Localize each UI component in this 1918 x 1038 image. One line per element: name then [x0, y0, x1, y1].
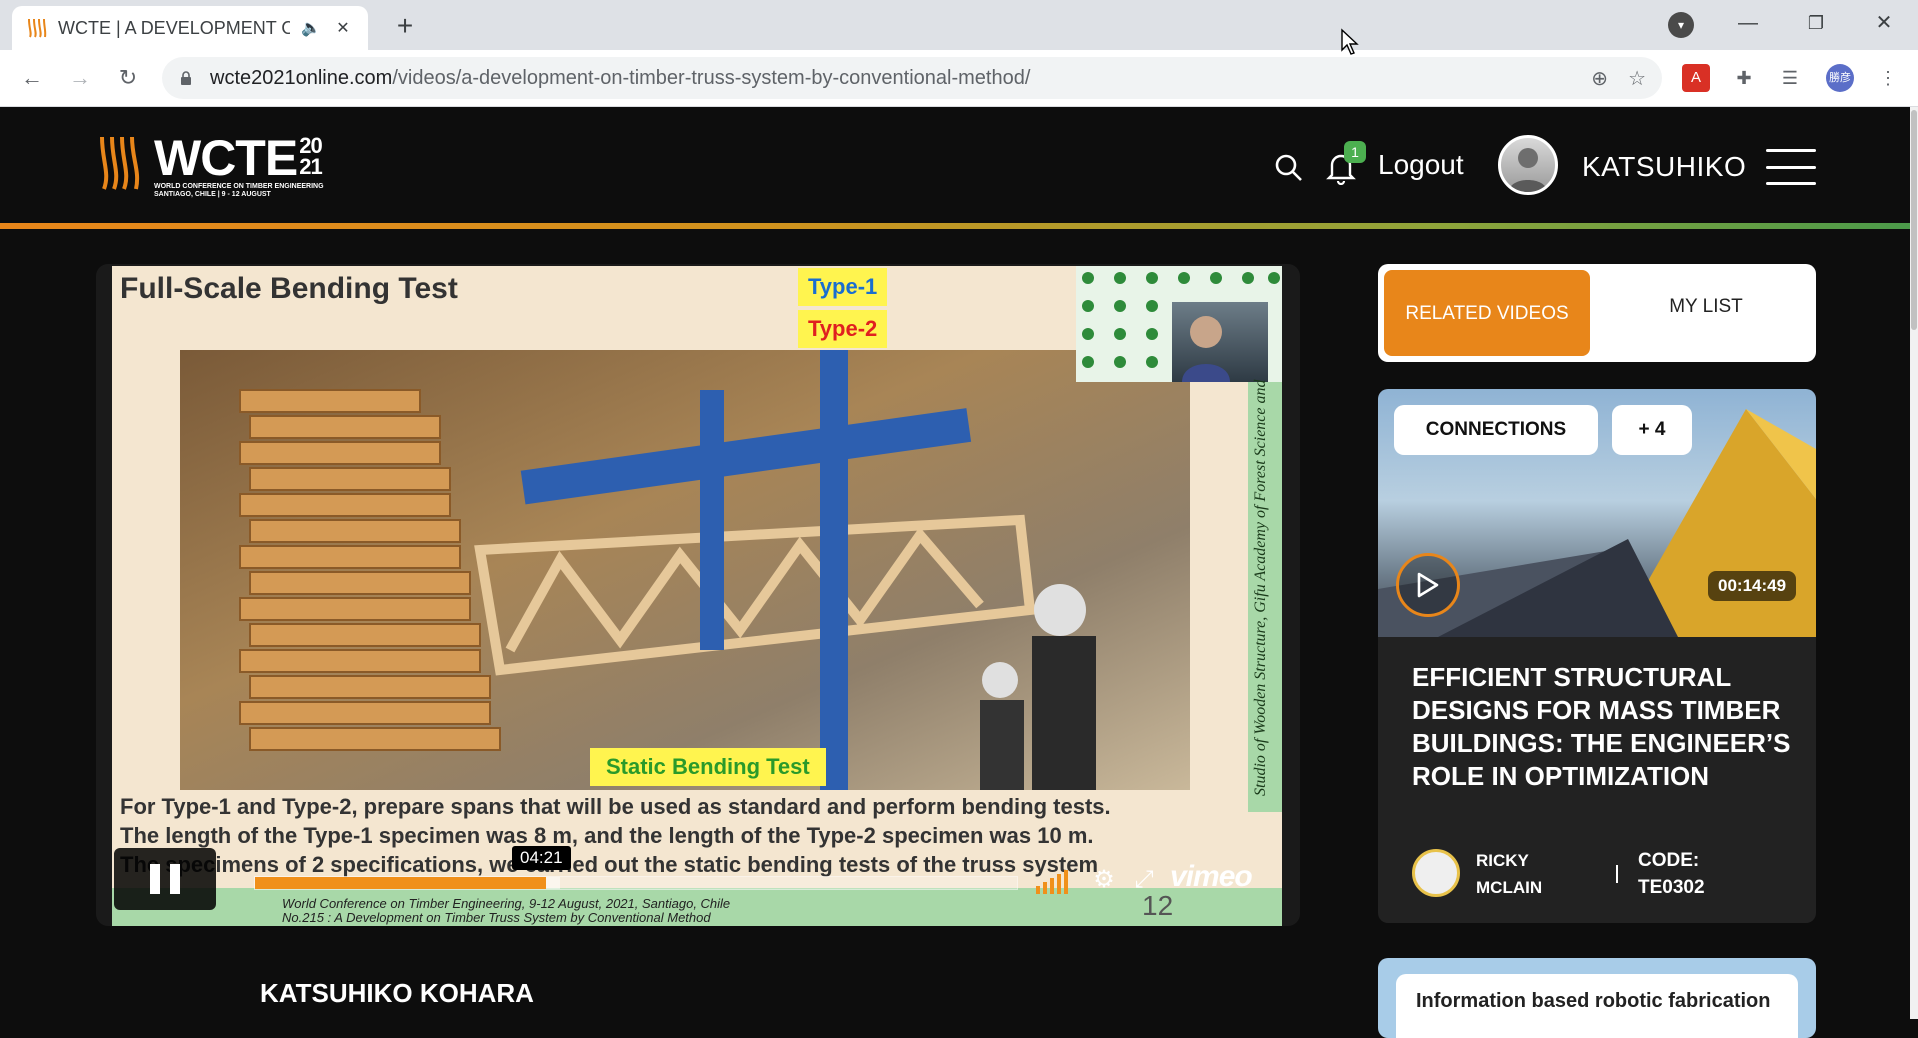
tab-my-list[interactable]: MY LIST [1602, 270, 1810, 356]
fullscreen-icon[interactable]: ⤢ [1130, 866, 1158, 894]
sidebar-tabs: RELATED VIDEOS MY LIST [1378, 264, 1816, 362]
wcte-logo[interactable]: WCTE 20 21 WORLD CONFERENCE ON TIMBER EN… [96, 130, 324, 198]
author-avatar [1412, 849, 1460, 897]
player-controls: 04:21 ⚙ ⤢ vimeo [96, 844, 1300, 914]
card2-title[interactable]: Information based robotic fabrication [1396, 974, 1798, 1038]
bookmark-star-icon[interactable]: ☆ [1628, 66, 1646, 91]
mouse-cursor-icon [1341, 28, 1359, 55]
static-bending-label: Static Bending Test [590, 748, 826, 786]
logo-mark-icon [100, 136, 140, 190]
site-header: WCTE 20 21 WORLD CONFERENCE ON TIMBER EN… [0, 107, 1918, 226]
tab-title: WCTE | A DEVELOPMENT ON [58, 17, 290, 38]
tab-search-icon[interactable]: ▾ [1668, 12, 1694, 38]
time-tooltip: 04:21 [512, 846, 571, 870]
progress-hover-marker [546, 877, 560, 889]
related-video-card[interactable]: CONNECTIONS + 4 00:14:49 EFFICIENT STRUC… [1378, 389, 1816, 923]
omnibox[interactable]: wcte2021online.com/videos/a-development-… [162, 57, 1662, 99]
card-separator [1616, 865, 1618, 883]
search-icon[interactable] [1274, 153, 1304, 183]
progress-bar[interactable] [254, 876, 1018, 890]
extensions-puzzle-icon[interactable]: ✚ [1730, 64, 1758, 92]
logo-year-bottom: 21 [299, 154, 323, 179]
wcte-favicon-icon [26, 17, 48, 39]
zoom-icon[interactable]: ⊕ [1591, 66, 1608, 91]
logo-subtitle: WORLD CONFERENCE ON TIMBER ENGINEERING S… [154, 183, 324, 198]
header-gradient-bar [0, 223, 1918, 229]
tab-close-icon[interactable]: ✕ [332, 18, 354, 38]
author-name: RICKY MCLAIN [1476, 851, 1543, 897]
settings-gear-icon[interactable]: ⚙ [1090, 866, 1118, 894]
card-play-button[interactable] [1396, 553, 1460, 617]
restore-button[interactable]: ❐ [1794, 8, 1838, 38]
back-button[interactable]: ← [14, 60, 50, 96]
scrollbar-thumb[interactable] [1911, 110, 1917, 330]
type2-label: Type-2 [798, 310, 888, 348]
forward-button[interactable]: → [62, 60, 98, 96]
browser-tab-bar: WCTE | A DEVELOPMENT ON 🔈 ✕ + ▾ — ❐ ✕ [0, 0, 1918, 50]
logo-year-top: 20 [299, 133, 323, 158]
logout-link[interactable]: Logout [1378, 149, 1464, 181]
speaker-webcam [1172, 302, 1268, 382]
slide-title: Full-Scale Bending Test [120, 272, 458, 305]
progress-fill [255, 877, 547, 889]
speaker-name: KATSUHIKO KOHARA [260, 978, 534, 1008]
volume-control[interactable] [1036, 866, 1068, 894]
related-video-card-2[interactable]: Information based robotic fabrication [1378, 958, 1816, 1038]
card-code: CODE: TE0302 [1638, 850, 1705, 898]
card-duration: 00:14:49 [1708, 571, 1797, 601]
lab-photo [180, 350, 1190, 790]
lock-icon [181, 71, 191, 85]
profile-avatar[interactable]: 勝彦 [1826, 64, 1854, 92]
vimeo-logo[interactable]: vimeo [1170, 860, 1253, 894]
url-text: wcte2021online.com/videos/a-development-… [210, 66, 1031, 89]
video-player[interactable]: Full-Scale Bending Test Type-1 Type-2 St… [96, 264, 1300, 926]
browser-tab[interactable]: WCTE | A DEVELOPMENT ON 🔈 ✕ [12, 6, 368, 50]
card-more-tags-chip[interactable]: + 4 [1612, 405, 1692, 455]
pdf-extension-icon[interactable]: A [1682, 64, 1710, 92]
presentation-slide: Full-Scale Bending Test Type-1 Type-2 St… [112, 266, 1282, 926]
minimize-button[interactable]: — [1726, 8, 1770, 38]
tab-audio-icon[interactable]: 🔈 [300, 18, 322, 38]
user-avatar[interactable] [1498, 135, 1558, 195]
reload-button[interactable]: ↻ [110, 60, 146, 96]
pause-button[interactable] [114, 848, 216, 910]
card-title[interactable]: EFFICIENT STRUCTURAL DESIGNS FOR MASS TI… [1412, 661, 1792, 793]
hamburger-menu-icon[interactable] [1766, 149, 1816, 185]
card-tag-chip[interactable]: CONNECTIONS [1394, 405, 1598, 455]
notification-badge: 1 [1344, 141, 1366, 163]
browser-menu-icon[interactable]: ⋮ [1874, 64, 1902, 92]
logo-text: WCTE [154, 130, 298, 186]
media-control-icon[interactable]: ☰ [1776, 64, 1804, 92]
new-tab-button[interactable]: + [388, 10, 422, 44]
close-window-button[interactable]: ✕ [1862, 8, 1906, 38]
slide-side-caption: Studio of Wooden Structure, Gifu Academy… [1252, 379, 1269, 796]
address-bar-row: ← → ↻ wcte2021online.com/videos/a-develo… [0, 50, 1918, 107]
type1-label: Type-1 [798, 268, 888, 306]
user-name[interactable]: KATSUHIKO [1582, 151, 1746, 183]
tab-related-videos[interactable]: RELATED VIDEOS [1384, 270, 1590, 356]
play-icon [1417, 572, 1439, 598]
